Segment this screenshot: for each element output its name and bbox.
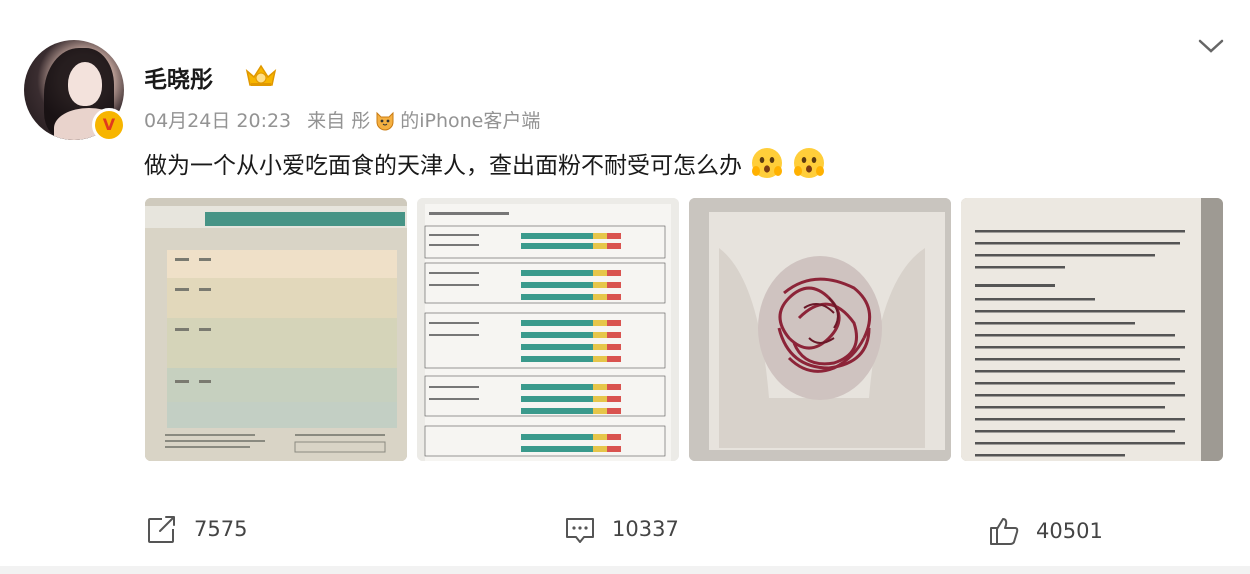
post-time[interactable]: 04月24日 20:23 (144, 106, 291, 133)
comment-icon (566, 518, 594, 543)
divider (0, 566, 1250, 574)
like-button[interactable]: 40501 (988, 515, 1103, 547)
author-name[interactable]: 毛晓彤 (144, 60, 213, 94)
post-text: 做为一个从小爱吃面食的天津人，查出面粉不耐受可怎么办 (144, 153, 742, 179)
report-text-photo[interactable] (961, 198, 1223, 461)
avatar[interactable]: V (24, 40, 126, 142)
repost-icon (148, 515, 178, 543)
crown-badge-icon[interactable] (244, 61, 278, 89)
post-meta: 04月24日 20:23 来自 彤 的iPhone客户端 (144, 106, 540, 133)
comment-count: 10337 (612, 517, 679, 541)
action-bar: 7575 10337 40501 (0, 505, 1250, 551)
verified-badge-icon: V (92, 108, 126, 142)
chevron-down-icon[interactable] (1197, 36, 1225, 56)
comment-button[interactable]: 10337 (564, 513, 679, 545)
post-text-line: 做为一个从小爱吃面食的天津人，查出面粉不耐受可怎么办 (144, 146, 826, 180)
repost-count: 7575 (194, 517, 248, 541)
like-icon (990, 518, 1019, 545)
report-cover-photo[interactable] (145, 198, 407, 461)
cat-emoji-icon (376, 111, 394, 130)
like-count: 40501 (1036, 519, 1103, 543)
source-suffix[interactable]: 的iPhone客户端 (400, 106, 540, 133)
weibo-post: V 毛晓彤 04月24日 20:23 来自 彤 的iPhone客户端 做为一个从… (0, 0, 1250, 574)
intestine-photo[interactable] (689, 198, 951, 461)
shocked-emoji-icon (752, 148, 782, 178)
source-prefix: 来自 彤 (307, 110, 371, 132)
photo-grid (145, 198, 1223, 461)
report-chart-photo[interactable] (417, 198, 679, 461)
repost-button[interactable]: 7575 (146, 513, 247, 545)
shocked-emoji-icon (794, 148, 824, 178)
